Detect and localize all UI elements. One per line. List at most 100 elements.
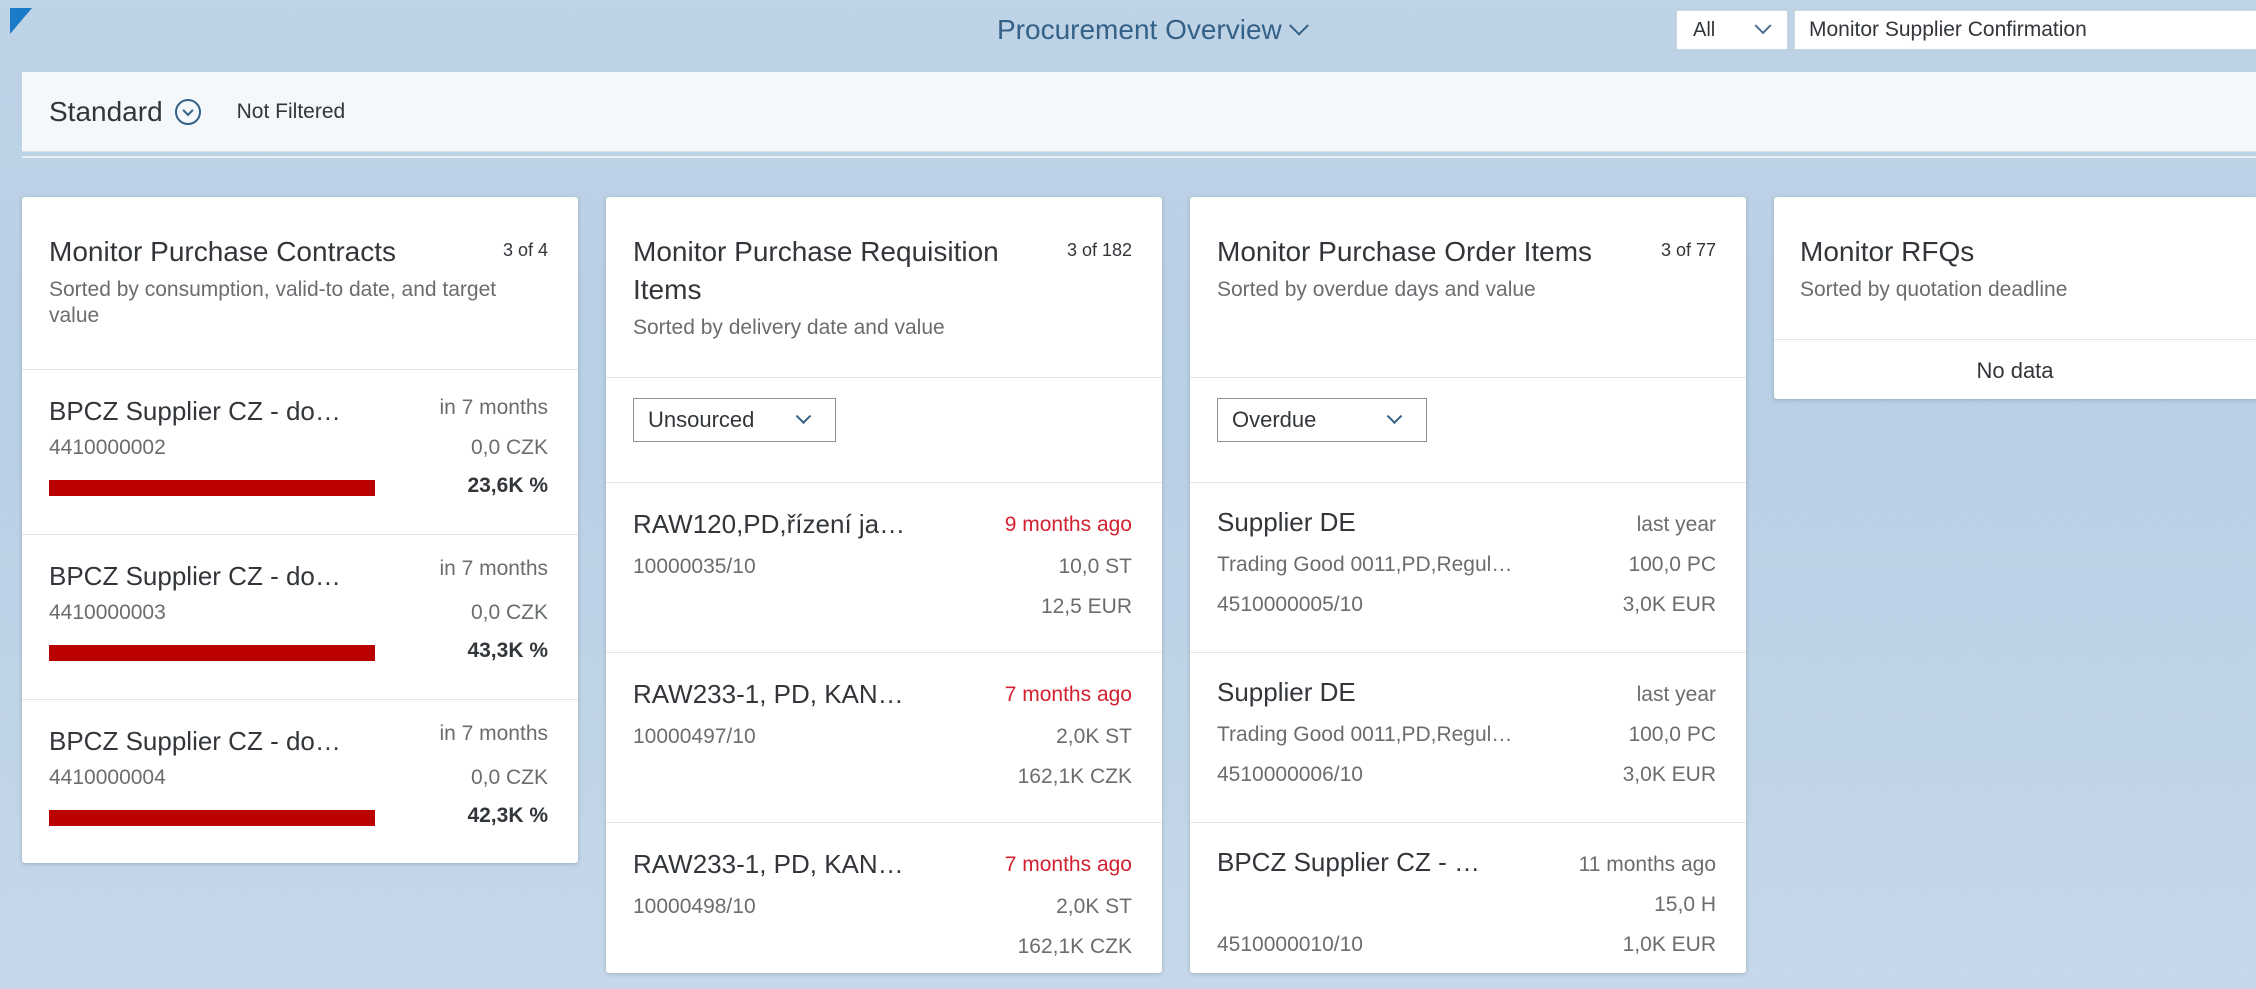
order-value: 1,0K EUR [1622,933,1716,956]
consumption-bar [49,480,375,496]
chevron-down-icon [1288,15,1309,36]
list-item[interactable]: BPCZ Supplier CZ - do… in 7 months 44100… [22,700,578,865]
card-title: Monitor Purchase Requisition Items [633,236,999,305]
filter-bar: Standard Not Filtered [22,72,2256,152]
list-item[interactable]: BPCZ Supplier CZ - … 11 months ago 15,0 … [1190,823,1746,989]
requisition-material: RAW233-1, PD, KAN… [633,849,904,879]
app-title-menu[interactable]: Procurement Overview [997,10,1309,50]
card-divider [606,377,1162,378]
requisition-filter-value: Unsourced [648,407,755,432]
card-count: 3 of 4 [502,240,548,260]
card-subtitle: Sorted by overdue days and value [1217,278,1536,301]
list-item[interactable]: Supplier DE last year Trading Good 0011,… [1190,483,1746,653]
order-material: Trading Good 0011,PD,Regul… [1217,553,1513,576]
contract-supplier: BPCZ Supplier CZ - do… [49,726,341,756]
consumption-bar-fill [49,645,375,661]
contract-supplier: BPCZ Supplier CZ - do… [49,561,341,591]
order-value: 3,0K EUR [1622,763,1716,786]
card-purchase-contracts: Monitor Purchase Contracts 3 of 4 Sorted… [22,197,578,863]
requisition-value: 12,5 EUR [1040,595,1132,618]
card-subtitle: Sorted by consumption, valid-to date, an… [49,278,497,327]
order-date: 11 months ago [1578,853,1716,876]
card-header[interactable]: Monitor Purchase Requisition Items 3 of … [606,197,1162,377]
consumption-bar-fill [49,480,375,496]
contracts-list: BPCZ Supplier CZ - do… in 7 months 44100… [22,370,578,865]
variant-select-button[interactable] [174,98,201,125]
requisitions-list: RAW120,PD,řízení ja… 9 months ago 100000… [606,483,1162,989]
requisition-value: 162,1K CZK [1017,935,1132,958]
list-item[interactable]: Supplier DE last year Trading Good 0011,… [1190,653,1746,823]
contract-validity: in 7 months [439,557,548,580]
card-filter-area: Unsourced [606,398,1162,482]
order-supplier: Supplier DE [1217,677,1356,707]
requisition-material: RAW120,PD,řízení ja… [633,509,906,539]
card-header[interactable]: Monitor Purchase Order Items 3 of 77 Sor… [1190,197,1746,377]
requisition-quantity: 2,0K ST [1056,895,1132,918]
card-count: 3 of 182 [1066,240,1132,260]
card-purchase-requisitions: Monitor Purchase Requisition Items 3 of … [606,197,1162,973]
order-filter-value: Overdue [1232,407,1317,432]
contract-number: 4410000004 [49,766,166,789]
order-number: 4510000010/10 [1217,933,1363,956]
contract-value: 0,0 CZK [470,766,548,789]
card-title: Monitor RFQs [1800,236,1975,267]
chevron-down-icon [181,104,194,116]
requisition-filter-select[interactable]: Unsourced [633,398,836,442]
card-divider [1190,377,1746,378]
requisition-number: 10000498/10 [633,895,756,918]
requisition-number: 10000035/10 [633,555,756,578]
shell-header: Procurement Overview All [0,0,2256,62]
search-scope-value: All [1693,18,1716,41]
contract-consumption: 23,6K % [467,474,548,497]
filter-bar-divider [22,156,2256,158]
consumption-bar [49,810,375,826]
card-subtitle: Sorted by delivery date and value [633,316,945,339]
requisition-number: 10000497/10 [633,725,756,748]
list-item[interactable]: BPCZ Supplier CZ - do… in 7 months 44100… [22,370,578,535]
order-filter-select[interactable]: Overdue [1217,398,1427,442]
card-subtitle: Sorted by quotation deadline [1800,278,2068,301]
requisition-value: 162,1K CZK [1017,765,1132,788]
order-material: Trading Good 0011,PD,Regul… [1217,723,1513,746]
order-quantity: 100,0 PC [1628,553,1716,576]
card-rfqs: Monitor RFQs Sorted by quotation deadlin… [1774,197,2256,399]
list-item[interactable]: BPCZ Supplier CZ - do… in 7 months 44100… [22,535,578,700]
requisition-date: 7 months ago [1004,683,1132,706]
card-filter-area: Overdue [1190,398,1746,482]
contract-consumption: 43,3K % [467,639,548,662]
chevron-down-icon [1754,17,1772,35]
order-number: 4510000006/10 [1217,763,1363,786]
consumption-bar-fill [49,810,375,826]
order-supplier: BPCZ Supplier CZ - … [1217,847,1480,877]
contract-validity: in 7 months [439,722,548,745]
card-purchase-orders: Monitor Purchase Order Items 3 of 77 Sor… [1190,197,1746,973]
list-item[interactable]: RAW120,PD,řízení ja… 9 months ago 100000… [606,483,1162,653]
order-number: 4510000005/10 [1217,593,1363,616]
consumption-bar [49,645,375,661]
contract-number: 4410000003 [49,601,166,624]
contract-number: 4410000002 [49,436,166,459]
app-title: Procurement Overview [997,14,1282,45]
requisition-quantity: 2,0K ST [1056,725,1132,748]
contract-supplier: BPCZ Supplier CZ - do… [49,396,341,426]
requisition-material: RAW233-1, PD, KAN… [633,679,904,709]
contract-value: 0,0 CZK [470,601,548,624]
card-header[interactable]: Monitor RFQs Sorted by quotation deadlin… [1774,197,2256,339]
no-data-text: No data [1976,358,2054,383]
orders-list: Supplier DE last year Trading Good 0011,… [1190,483,1746,989]
list-item[interactable]: RAW233-1, PD, KAN… 7 months ago 10000497… [606,653,1162,823]
order-date: last year [1636,683,1716,706]
list-item[interactable]: RAW233-1, PD, KAN… 7 months ago 10000498… [606,823,1162,989]
order-quantity: 15,0 H [1654,893,1716,916]
chevron-down-icon [795,407,812,424]
order-date: last year [1636,513,1716,536]
filter-status: Not Filtered [236,99,346,123]
card-count: 3 of 77 [1660,240,1716,260]
search-input[interactable] [1794,10,2256,50]
requisition-quantity: 10,0 ST [1058,555,1132,578]
card-header[interactable]: Monitor Purchase Contracts 3 of 4 Sorted… [22,197,578,369]
search-scope-select[interactable]: All [1676,10,1788,50]
order-value: 3,0K EUR [1622,593,1716,616]
contract-validity: in 7 months [439,396,548,419]
variant-name[interactable]: Standard [49,96,163,128]
